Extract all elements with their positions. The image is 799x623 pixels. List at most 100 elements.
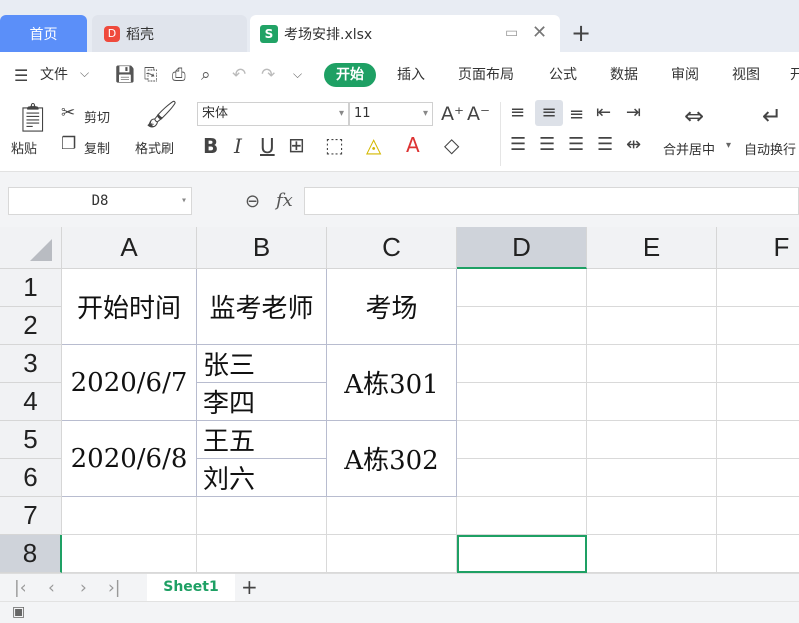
formula-input[interactable] bbox=[304, 187, 799, 215]
font-name-select[interactable]: 宋体 ▾ bbox=[197, 102, 349, 126]
menu-review[interactable]: 审阅 bbox=[671, 63, 699, 87]
cell-e4[interactable] bbox=[587, 383, 717, 421]
tab-home[interactable]: 首页 bbox=[0, 15, 87, 52]
export-icon[interactable]: ⎘ bbox=[144, 65, 158, 85]
column-header-f[interactable]: F bbox=[717, 227, 799, 269]
paste-button[interactable]: 粘贴 bbox=[11, 138, 37, 157]
italic-icon[interactable]: I bbox=[234, 136, 242, 156]
menu-view[interactable]: 视图 bbox=[732, 63, 760, 87]
add-sheet-button[interactable]: + bbox=[241, 575, 258, 599]
macro-record-icon[interactable]: ▣ bbox=[12, 604, 25, 620]
cell-d3[interactable] bbox=[457, 345, 587, 383]
cell-c3-merged[interactable]: A栋301 bbox=[327, 345, 457, 421]
fill-pattern-icon[interactable]: ⬚ bbox=[325, 135, 344, 155]
cell-f4[interactable] bbox=[717, 383, 799, 421]
cell-e7[interactable] bbox=[587, 497, 717, 535]
row-header-2[interactable]: 2 bbox=[0, 307, 62, 345]
next-sheet-icon[interactable]: › bbox=[80, 578, 87, 598]
fx-icon[interactable]: fx bbox=[276, 190, 293, 211]
column-header-c[interactable]: C bbox=[327, 227, 457, 269]
last-sheet-icon[interactable]: ›| bbox=[108, 578, 121, 598]
cell-c5-merged[interactable]: A栋302 bbox=[327, 421, 457, 497]
cell-b1-merged[interactable]: 监考老师 bbox=[197, 269, 327, 345]
align-top-icon[interactable]: ≡ bbox=[510, 104, 525, 122]
border-icon[interactable]: ⊞ bbox=[288, 135, 305, 155]
cell-e3[interactable] bbox=[587, 345, 717, 383]
spreadsheet-grid[interactable]: A B C D E F 1 2 3 4 5 6 7 8 开始时间 2020/6/… bbox=[0, 227, 799, 573]
increase-indent-icon[interactable]: ⇥ bbox=[626, 104, 641, 122]
cell-b7[interactable] bbox=[197, 497, 327, 535]
column-header-a[interactable]: A bbox=[62, 227, 197, 269]
cell-c1-merged[interactable]: 考场 bbox=[327, 269, 457, 345]
first-sheet-icon[interactable]: |‹ bbox=[14, 578, 27, 598]
cell-f2[interactable] bbox=[717, 307, 799, 345]
hamburger-menu-icon[interactable]: ☰ bbox=[14, 66, 28, 85]
font-color-icon[interactable]: A bbox=[406, 135, 420, 155]
menu-file[interactable]: 文件 bbox=[40, 63, 68, 87]
cell-c8[interactable] bbox=[327, 535, 457, 573]
clear-format-icon[interactable]: ◇ bbox=[444, 135, 459, 155]
auto-wrap-button[interactable]: 自动换行 bbox=[744, 139, 796, 158]
zoom-search-icon[interactable]: ⊖ bbox=[245, 191, 260, 212]
underline-icon[interactable]: U bbox=[260, 136, 275, 156]
sheet-tab-sheet1[interactable]: Sheet1 bbox=[147, 574, 235, 601]
decrease-indent-icon[interactable]: ⇤ bbox=[596, 104, 611, 122]
decrease-font-icon[interactable]: A⁻ bbox=[467, 105, 490, 124]
cell-a8[interactable] bbox=[62, 535, 197, 573]
row-header-4[interactable]: 4 bbox=[0, 383, 62, 421]
cell-e1[interactable] bbox=[587, 269, 717, 307]
print-preview-icon[interactable]: ⌕ bbox=[201, 65, 211, 85]
cell-a5-merged[interactable]: 2020/6/8 bbox=[62, 421, 197, 497]
cell-e6[interactable] bbox=[587, 459, 717, 497]
row-header-3[interactable]: 3 bbox=[0, 345, 62, 383]
cell-d8-active[interactable] bbox=[457, 535, 587, 573]
cell-b6[interactable]: 刘六 bbox=[197, 459, 327, 497]
quick-access-dropdown-icon[interactable]: ⌵ bbox=[293, 67, 302, 82]
cell-f6[interactable] bbox=[717, 459, 799, 497]
select-all-corner[interactable] bbox=[0, 227, 62, 269]
align-right-icon[interactable]: ☰ bbox=[568, 136, 584, 154]
undo-icon[interactable]: ↶ bbox=[232, 65, 246, 85]
row-header-1[interactable]: 1 bbox=[0, 269, 62, 307]
chevron-down-icon[interactable]: ▾ bbox=[726, 140, 731, 151]
merge-center-icon[interactable]: ⇔ bbox=[684, 104, 704, 128]
distributed-align-icon[interactable]: ⇹ bbox=[626, 136, 641, 154]
copy-icon[interactable]: ❐ bbox=[61, 136, 76, 153]
cell-f7[interactable] bbox=[717, 497, 799, 535]
row-header-6[interactable]: 6 bbox=[0, 459, 62, 497]
chevron-down-icon[interactable]: ⌵ bbox=[80, 66, 89, 81]
scissors-icon[interactable]: ✂ bbox=[61, 105, 75, 122]
cell-f5[interactable] bbox=[717, 421, 799, 459]
cell-d4[interactable] bbox=[457, 383, 587, 421]
menu-page-layout[interactable]: 页面布局 bbox=[458, 63, 514, 87]
cell-d6[interactable] bbox=[457, 459, 587, 497]
cell-e5[interactable] bbox=[587, 421, 717, 459]
redo-icon[interactable]: ↷ bbox=[261, 65, 275, 85]
menu-overflow[interactable]: 开 bbox=[790, 63, 799, 87]
cell-b4[interactable]: 李四 bbox=[197, 383, 327, 421]
row-header-8[interactable]: 8 bbox=[0, 535, 62, 573]
cut-button[interactable]: 剪切 bbox=[84, 107, 110, 126]
cell-d7[interactable] bbox=[457, 497, 587, 535]
cell-d2[interactable] bbox=[457, 307, 587, 345]
justify-icon[interactable]: ☰ bbox=[597, 136, 613, 154]
menu-formula[interactable]: 公式 bbox=[549, 63, 577, 87]
cell-a7[interactable] bbox=[62, 497, 197, 535]
format-painter-button[interactable]: 格式刷 bbox=[135, 138, 174, 157]
copy-button[interactable]: 复制 bbox=[84, 138, 110, 157]
menu-insert[interactable]: 插入 bbox=[397, 63, 425, 87]
align-bottom-icon[interactable]: ≡ bbox=[569, 106, 584, 124]
row-header-5[interactable]: 5 bbox=[0, 421, 62, 459]
format-painter-icon[interactable]: 🖌︎ bbox=[145, 102, 178, 128]
cell-e8[interactable] bbox=[587, 535, 717, 573]
font-size-select[interactable]: 11 ▾ bbox=[349, 102, 433, 126]
cell-e2[interactable] bbox=[587, 307, 717, 345]
cell-f1[interactable] bbox=[717, 269, 799, 307]
cell-d5[interactable] bbox=[457, 421, 587, 459]
bold-icon[interactable]: B bbox=[203, 136, 218, 156]
align-left-icon[interactable]: ☰ bbox=[510, 136, 526, 154]
new-tab-button[interactable]: + bbox=[571, 19, 591, 47]
prev-sheet-icon[interactable]: ‹ bbox=[48, 578, 55, 598]
tab-document[interactable]: S 考场安排.xlsx ▭ ✕ bbox=[250, 15, 560, 52]
close-tab-icon[interactable]: ✕ bbox=[532, 22, 547, 43]
